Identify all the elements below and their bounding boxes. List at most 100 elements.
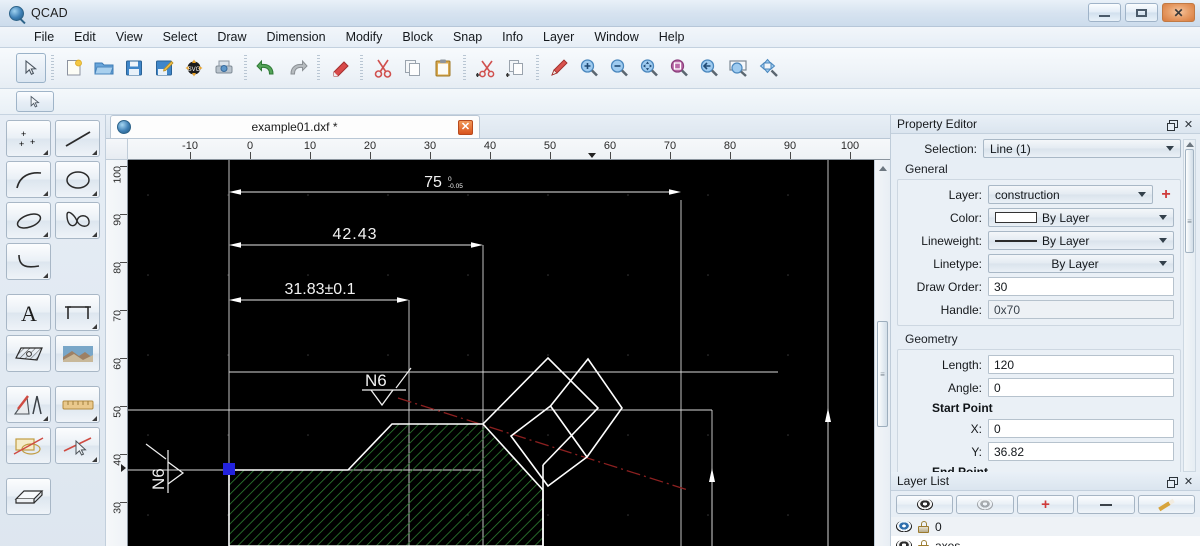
copy-button[interactable] (398, 53, 428, 83)
auto-zoom-button[interactable] (634, 53, 664, 83)
chevron-down-icon (1166, 146, 1174, 151)
scrollbar-thumb[interactable]: ≡ (1185, 149, 1194, 253)
dimension-tool[interactable] (55, 294, 100, 331)
start-y-input[interactable]: 36.82 (988, 442, 1174, 461)
menu-item-modify[interactable]: Modify (336, 28, 393, 46)
hide-all-layers-button[interactable] (956, 495, 1014, 514)
zoom-in-button[interactable] (574, 53, 604, 83)
close-tab-button[interactable]: ✕ (458, 119, 473, 135)
layer-list-float-button[interactable] (1166, 474, 1181, 489)
menu-item-block[interactable]: Block (392, 28, 443, 46)
pointer-select-button[interactable] (16, 91, 54, 112)
lineweight-combo[interactable]: By Layer (988, 231, 1174, 250)
linetype-combo[interactable]: By Layer (988, 254, 1174, 273)
cut-button[interactable] (368, 53, 398, 83)
select-modify-tool[interactable] (55, 427, 100, 464)
layer-row[interactable]: 0 (891, 517, 1200, 536)
menu-item-view[interactable]: View (106, 28, 153, 46)
menu-item-window[interactable]: Window (584, 28, 648, 46)
layer-combo[interactable]: construction (988, 185, 1153, 204)
minimize-button[interactable] (1088, 3, 1121, 22)
lock-icon[interactable] (918, 539, 929, 546)
undo-button[interactable] (252, 53, 282, 83)
zoom-previous-button[interactable] (694, 53, 724, 83)
scroll-up-arrow-icon[interactable] (878, 166, 887, 171)
length-input[interactable]: 120 (988, 355, 1174, 374)
modify-tool[interactable] (6, 386, 51, 423)
isometric-tool[interactable] (6, 478, 51, 515)
show-all-layers-button[interactable] (896, 495, 954, 514)
menu-item-info[interactable]: Info (492, 28, 533, 46)
property-editor-close-button[interactable]: ✕ (1181, 117, 1196, 132)
add-layer-button[interactable]: + (1016, 495, 1075, 514)
spline-tool[interactable] (55, 202, 100, 239)
angle-row: Angle: 0 (902, 378, 1174, 397)
selection-combo[interactable]: Line (1) (983, 139, 1181, 158)
property-editor-float-button[interactable] (1166, 117, 1181, 132)
horizontal-ruler[interactable]: -10 0 10 20 30 40 50 60 70 80 90 100 (128, 139, 890, 160)
close-button[interactable]: ✕ (1162, 3, 1195, 22)
lock-icon[interactable] (918, 520, 929, 533)
menu-item-file[interactable]: File (24, 28, 64, 46)
zoom-out-button[interactable] (604, 53, 634, 83)
menu-item-dimension[interactable]: Dimension (257, 28, 336, 46)
color-combo[interactable]: By Layer (988, 208, 1174, 227)
copy-with-reference-button[interactable] (501, 53, 531, 83)
point-tool[interactable]: + + + (6, 120, 51, 157)
property-editor-scrollbar[interactable]: ≡ (1183, 139, 1196, 472)
layer-name: 0 (935, 519, 942, 534)
select-cursor-tool[interactable] (16, 53, 46, 83)
ruler-label: 100 (112, 166, 124, 184)
start-point-heading: Start Point (932, 401, 993, 415)
menu-item-edit[interactable]: Edit (64, 28, 106, 46)
hatch-tool[interactable] (6, 335, 51, 372)
edit-layer-button[interactable] (1137, 495, 1196, 514)
maximize-button[interactable] (1125, 3, 1158, 22)
zoom-window-button[interactable] (724, 53, 754, 83)
menu-item-help[interactable]: Help (649, 28, 695, 46)
scroll-up-arrow-icon[interactable] (1185, 142, 1194, 147)
start-x-input[interactable]: 0 (988, 419, 1174, 438)
line-tool[interactable] (55, 120, 100, 157)
print-button[interactable] (209, 53, 239, 83)
redo-button[interactable] (282, 53, 312, 83)
draw-pencil-button[interactable] (544, 53, 574, 83)
export-svg-button[interactable]: SVG (179, 53, 209, 83)
eye-open-icon[interactable] (896, 521, 912, 532)
cut-with-reference-button[interactable] (471, 53, 501, 83)
erase-button[interactable] (325, 53, 355, 83)
svg-text:31.83±0.1: 31.83±0.1 (284, 281, 355, 298)
save-as-button[interactable] (149, 53, 179, 83)
vertical-ruler[interactable]: 1009080706050403020 (106, 160, 128, 546)
zoom-selection-button[interactable] (664, 53, 694, 83)
menu-item-layer[interactable]: Layer (533, 28, 584, 46)
ellipse-tool[interactable] (6, 202, 51, 239)
save-file-button[interactable] (119, 53, 149, 83)
canvas-vertical-scrollbar[interactable]: ≡ (874, 160, 890, 546)
eye-open-icon[interactable] (896, 540, 912, 546)
paste-button[interactable] (428, 53, 458, 83)
angle-input[interactable]: 0 (988, 378, 1174, 397)
menu-item-snap[interactable]: Snap (443, 28, 492, 46)
remove-layer-button[interactable] (1077, 495, 1135, 514)
menu-item-draw[interactable]: Draw (207, 28, 256, 46)
scrollbar-thumb[interactable]: ≡ (877, 321, 888, 427)
drawing-canvas[interactable]: 75 0 -0.05 42.43 31.83±0.1 N6 N6 (128, 160, 874, 546)
arc-tool[interactable] (6, 161, 51, 198)
pan-button[interactable] (754, 53, 784, 83)
new-file-button[interactable] (59, 53, 89, 83)
open-file-button[interactable] (89, 53, 119, 83)
circle-tool[interactable] (55, 161, 100, 198)
polyline-tool[interactable] (6, 243, 51, 280)
block-tool[interactable] (6, 427, 51, 464)
image-tool[interactable] (55, 335, 100, 372)
toolbar-separator (536, 55, 539, 81)
layer-list-close-button[interactable]: ✕ (1181, 474, 1196, 489)
layer-row[interactable]: axes (891, 536, 1200, 546)
text-tool[interactable]: A (6, 294, 51, 331)
document-tab[interactable]: example01.dxf * ✕ (110, 115, 480, 138)
add-layer-button[interactable]: + (1158, 186, 1174, 202)
draw-order-input[interactable]: 30 (988, 277, 1174, 296)
menu-item-select[interactable]: Select (153, 28, 208, 46)
measure-tool[interactable] (55, 386, 100, 423)
